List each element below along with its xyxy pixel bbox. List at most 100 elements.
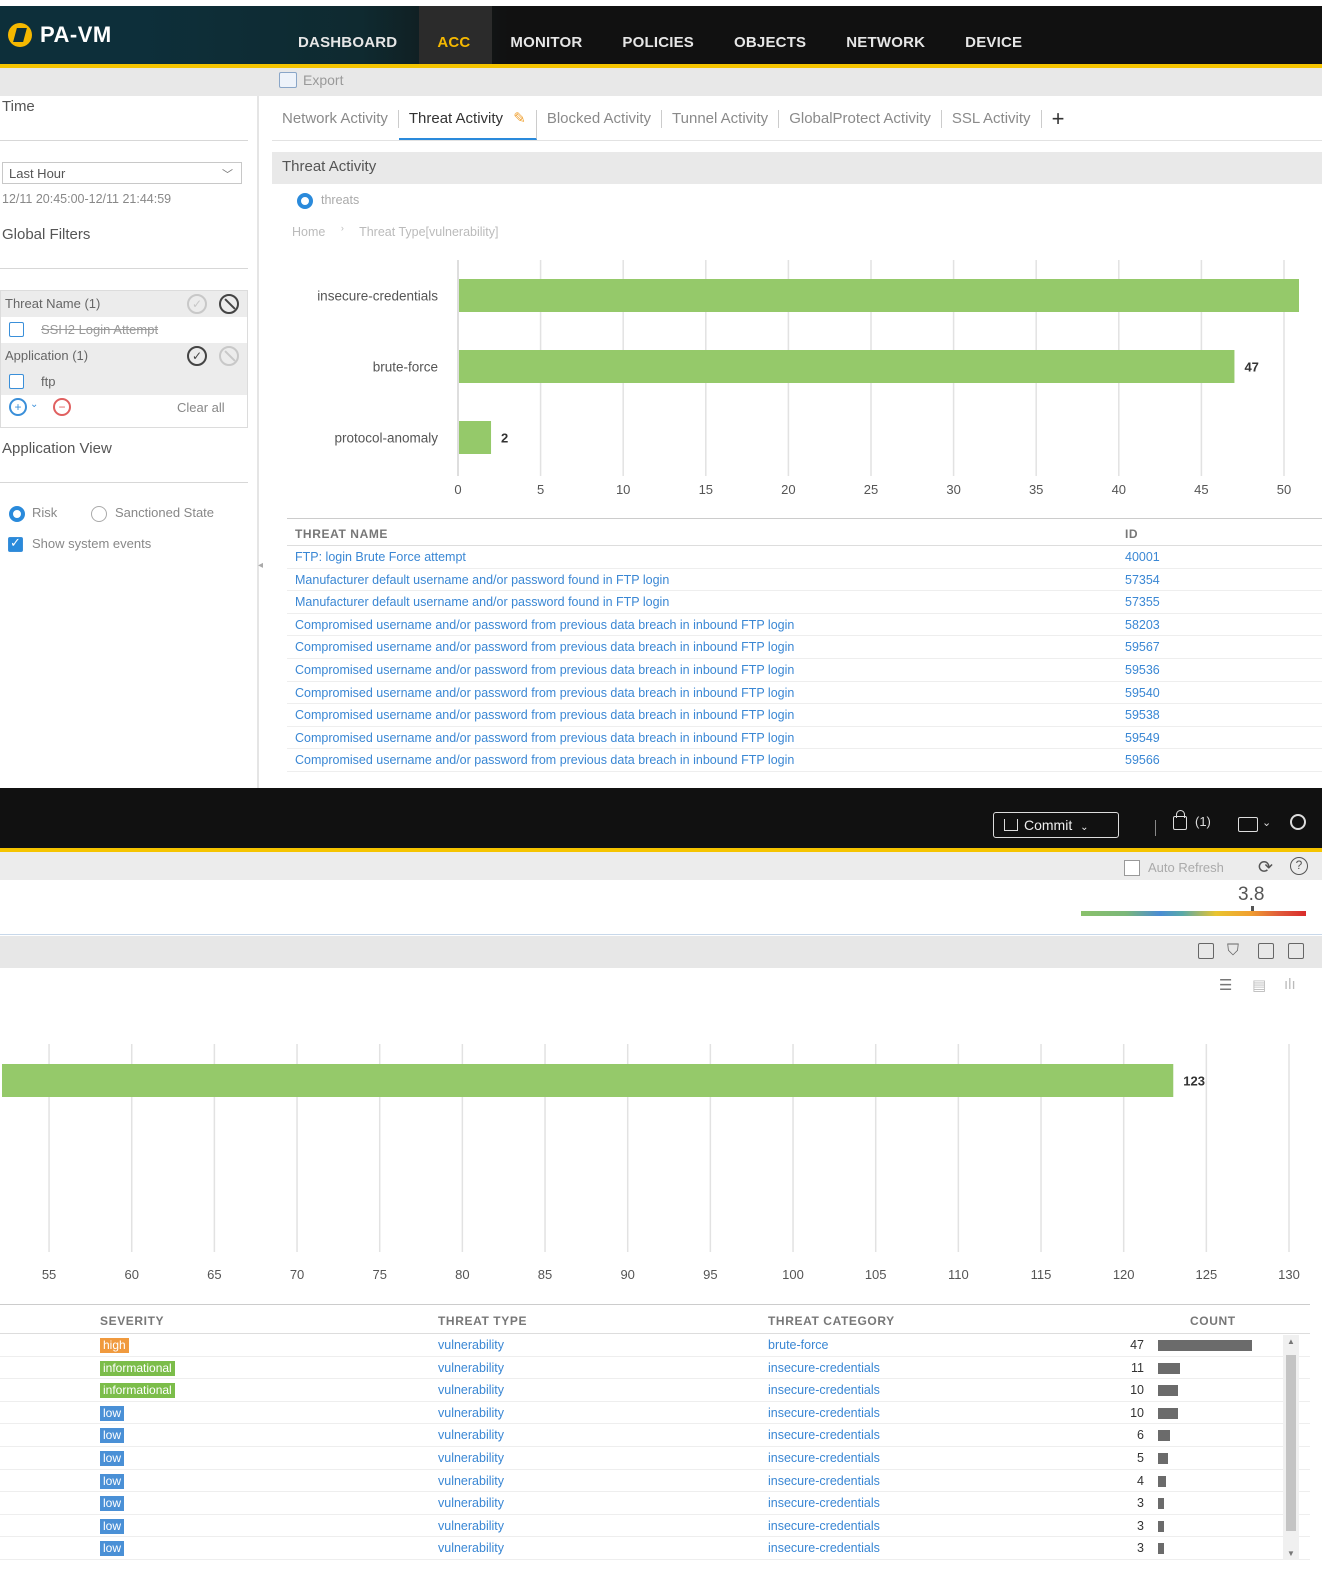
table-row[interactable]: Compromised username and/or password fro… xyxy=(287,636,1322,659)
threat-name-link[interactable]: FTP: login Brute Force attempt xyxy=(295,546,466,568)
table-row[interactable]: Compromised username and/or password fro… xyxy=(287,749,1322,772)
export-button[interactable]: Export xyxy=(279,72,343,88)
threat-id-link[interactable]: 40001 xyxy=(1125,546,1160,568)
tab-tunnel-activity[interactable]: Tunnel Activity xyxy=(662,110,780,128)
threat-id-link[interactable]: 59540 xyxy=(1125,682,1160,704)
threat-name-link[interactable]: Manufacturer default username and/or pas… xyxy=(295,591,669,613)
tab-globalprotect-activity[interactable]: GlobalProtect Activity xyxy=(779,110,942,128)
bar[interactable] xyxy=(459,350,1235,383)
filter-checkbox[interactable] xyxy=(9,374,24,389)
column-chart-view-icon[interactable]: ılı xyxy=(1284,976,1296,993)
table-row[interactable]: informational vulnerability insecure-crede… xyxy=(0,1357,1310,1380)
table-row[interactable]: Compromised username and/or password fro… xyxy=(287,704,1322,727)
sanctioned-state-radio[interactable] xyxy=(91,506,107,522)
threat-type-link[interactable]: vulnerability xyxy=(438,1402,504,1424)
column-header-severity[interactable]: SEVERITY xyxy=(100,1314,164,1328)
filter-icon[interactable]: ⛉ xyxy=(1227,942,1239,960)
threat-name-link[interactable]: Manufacturer default username and/or pas… xyxy=(295,569,669,591)
check-circle-icon[interactable]: ✓ xyxy=(187,294,207,314)
column-header-threat-category[interactable]: THREAT CATEGORY xyxy=(768,1314,895,1328)
time-range-select[interactable]: Last Hour ﹀ xyxy=(2,162,242,184)
threat-category-link[interactable]: insecure-credentials xyxy=(768,1470,880,1492)
threat-type-link[interactable]: vulnerability xyxy=(438,1424,504,1446)
table-row[interactable]: high vulnerability brute-force 47 xyxy=(0,1334,1310,1357)
threat-id-link[interactable]: 57355 xyxy=(1125,591,1160,613)
bar[interactable] xyxy=(2,1064,1174,1097)
check-circle-icon[interactable]: ✓ xyxy=(187,346,207,366)
table-row[interactable]: low vulnerability insecure-credentials 4 xyxy=(0,1470,1310,1493)
scroll-down-icon[interactable]: ▼ xyxy=(1287,1549,1295,1558)
threat-category-link[interactable]: insecure-credentials xyxy=(768,1357,880,1379)
table-row[interactable]: Compromised username and/or password fro… xyxy=(287,614,1322,637)
chevron-down-icon[interactable]: ⌄ xyxy=(30,399,38,410)
threat-type-link[interactable]: vulnerability xyxy=(438,1447,504,1469)
bar-chart-view-icon[interactable]: ☰ xyxy=(1219,976,1232,994)
threat-id-link[interactable]: 59538 xyxy=(1125,704,1160,726)
column-header-threat-type[interactable]: THREAT TYPE xyxy=(438,1314,527,1328)
nav-dashboard[interactable]: DASHBOARD xyxy=(280,6,419,64)
table-row[interactable]: low vulnerability insecure-credentials 3 xyxy=(0,1515,1310,1538)
table-row[interactable]: informational vulnerability insecure-crede… xyxy=(0,1379,1310,1402)
threat-name-link[interactable]: Compromised username and/or password fro… xyxy=(295,749,794,771)
table-row[interactable]: Compromised username and/or password fro… xyxy=(287,727,1322,750)
chevron-down-icon[interactable]: ⌄ xyxy=(1262,816,1271,829)
table-row[interactable]: FTP: login Brute Force attempt 40001 xyxy=(287,546,1322,569)
risk-radio[interactable] xyxy=(9,506,25,522)
threats-radio[interactable] xyxy=(297,193,313,209)
threat-category-link[interactable]: insecure-credentials xyxy=(768,1537,880,1559)
breadcrumb-home[interactable]: Home xyxy=(292,225,325,239)
refresh-icon[interactable]: ⟳ xyxy=(1258,857,1273,878)
threat-type-link[interactable]: vulnerability xyxy=(438,1470,504,1492)
config-folder-icon[interactable] xyxy=(1238,817,1258,832)
column-header-id[interactable]: ID xyxy=(1125,527,1138,541)
add-filter-icon[interactable]: + xyxy=(9,398,27,416)
threat-name-link[interactable]: Compromised username and/or password fro… xyxy=(295,659,794,681)
threat-name-link[interactable]: Compromised username and/or password fro… xyxy=(295,704,794,726)
threat-type-link[interactable]: vulnerability xyxy=(438,1357,504,1379)
threat-type-link[interactable]: vulnerability xyxy=(438,1334,504,1356)
threat-category-link[interactable]: brute-force xyxy=(768,1334,828,1356)
threat-type-link[interactable]: vulnerability xyxy=(438,1537,504,1559)
scrollbar-thumb[interactable] xyxy=(1286,1355,1296,1531)
nav-device[interactable]: DEVICE xyxy=(947,6,1044,64)
help-icon[interactable]: ? xyxy=(1290,857,1308,875)
threat-type-link[interactable]: vulnerability xyxy=(438,1492,504,1514)
threat-id-link[interactable]: 59549 xyxy=(1125,727,1160,749)
filter-checkbox[interactable] xyxy=(9,322,24,337)
threat-category-link[interactable]: insecure-credentials xyxy=(768,1492,880,1514)
threat-category-link[interactable]: insecure-credentials xyxy=(768,1424,880,1446)
threat-category-link[interactable]: insecure-credentials xyxy=(768,1402,880,1424)
block-icon[interactable] xyxy=(219,294,239,314)
threat-id-link[interactable]: 58203 xyxy=(1125,614,1160,636)
maximize-icon[interactable] xyxy=(1198,943,1214,959)
stacked-view-icon[interactable]: ▤ xyxy=(1252,976,1266,994)
clear-all-button[interactable]: Clear all xyxy=(177,400,225,415)
table-row[interactable]: Compromised username and/or password fro… xyxy=(287,659,1322,682)
table-row[interactable]: Compromised username and/or password fro… xyxy=(287,682,1322,705)
search-icon[interactable] xyxy=(1290,814,1306,830)
table-row[interactable]: Manufacturer default username and/or pas… xyxy=(287,591,1322,614)
table-row[interactable]: low vulnerability insecure-credentials 5 xyxy=(0,1447,1310,1470)
bar[interactable] xyxy=(459,279,1299,312)
block-icon[interactable] xyxy=(219,346,239,366)
collapse-handle-icon[interactable]: ◂ xyxy=(258,560,263,571)
add-tab-icon[interactable]: + xyxy=(1042,108,1065,140)
nav-monitor[interactable]: MONITOR xyxy=(492,6,604,64)
threat-id-link[interactable]: 59536 xyxy=(1125,659,1160,681)
tab-ssl-activity[interactable]: SSL Activity xyxy=(942,110,1042,128)
scroll-up-icon[interactable]: ▲ xyxy=(1287,1337,1295,1346)
column-header-count[interactable]: COUNT xyxy=(1190,1314,1236,1328)
table-row[interactable]: low vulnerability insecure-credentials 6 xyxy=(0,1424,1310,1447)
threat-id-link[interactable]: 59566 xyxy=(1125,749,1160,771)
lock-icon[interactable] xyxy=(1173,810,1187,830)
panel-divider[interactable] xyxy=(257,96,259,788)
threat-name-link[interactable]: Compromised username and/or password fro… xyxy=(295,682,794,704)
export-icon[interactable] xyxy=(1288,943,1304,959)
threat-name-link[interactable]: Compromised username and/or password fro… xyxy=(295,614,794,636)
table-row[interactable]: low vulnerability insecure-credentials 3 xyxy=(0,1492,1310,1515)
tab-blocked-activity[interactable]: Blocked Activity xyxy=(537,110,663,128)
auto-refresh-checkbox[interactable] xyxy=(1124,860,1140,876)
remove-filter-icon[interactable]: − xyxy=(53,398,71,416)
threat-type-link[interactable]: vulnerability xyxy=(438,1515,504,1537)
threat-id-link[interactable]: 59567 xyxy=(1125,636,1160,658)
